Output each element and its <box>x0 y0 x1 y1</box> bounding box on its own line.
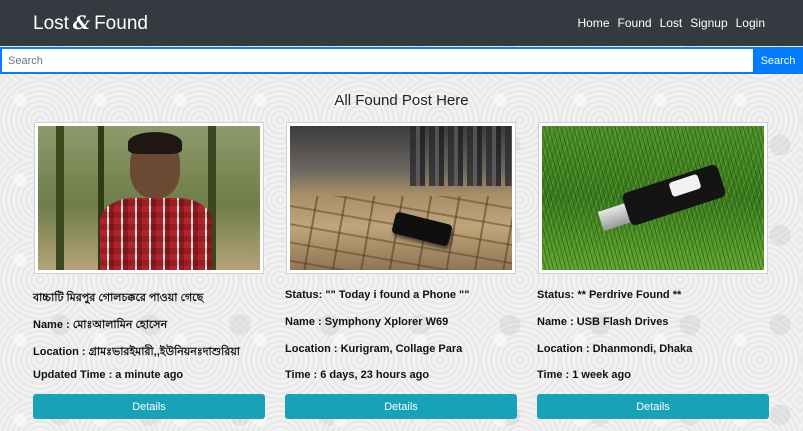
details-button[interactable]: Details <box>33 394 265 419</box>
post-time: Time : 6 days, 23 hours ago <box>285 369 430 381</box>
nav-link-login[interactable]: Login <box>736 16 765 30</box>
post-card: Status: "" Today i found a Phone "" Name… <box>285 122 517 419</box>
post-title: Status: "" Today i found a Phone "" <box>285 289 470 301</box>
post-location: Location : Kurigram, Collage Para <box>285 343 463 355</box>
post-image <box>286 122 516 274</box>
nav-link-lost[interactable]: Lost <box>660 16 683 30</box>
navbar: Lost & Found Home Found Lost Signup Login <box>0 0 803 46</box>
phone-photo <box>290 126 512 270</box>
brand-text-lost: Lost <box>33 12 69 34</box>
post-location: Location : Dhanmondi, Dhaka <box>537 343 693 355</box>
brand-ampersand: & <box>72 11 91 34</box>
usb-drive-photo <box>542 126 764 270</box>
page-title: All Found Post Here <box>334 92 469 109</box>
details-button[interactable]: Details <box>285 394 517 419</box>
post-title: Status: ** Perdrive Found ** <box>537 289 682 301</box>
post-image <box>34 122 264 274</box>
photo-detail-crowd <box>410 126 512 186</box>
photo-detail-hair <box>128 132 182 154</box>
post-time: Updated Time : a minute ago <box>33 369 184 381</box>
nav-link-found[interactable]: Found <box>618 16 652 30</box>
brand-text-found: Found <box>94 12 148 34</box>
post-card: Status: ** Perdrive Found ** Name : USB … <box>537 122 769 419</box>
details-button[interactable]: Details <box>537 394 769 419</box>
search-input[interactable] <box>0 47 753 74</box>
nav-link-home[interactable]: Home <box>578 16 610 30</box>
post-location: Location : গ্রামঃভারইমারী,,ইউনিয়নঃদাশুর… <box>33 346 240 358</box>
search-button[interactable]: Search <box>753 47 803 74</box>
site-logo[interactable]: Lost & Found <box>33 12 148 35</box>
post-image <box>538 122 768 274</box>
post-name: Name : Symphony Xplorer W69 <box>285 316 449 328</box>
nav-link-signup[interactable]: Signup <box>690 16 727 30</box>
post-card: বাচ্চাটি মিরপুর গোলচক্করে পাওয়া গেছে Na… <box>33 122 265 419</box>
nav-links: Home Found Lost Signup Login <box>578 16 765 30</box>
photo-detail-shirt <box>100 198 212 270</box>
search-bar: Search <box>0 47 803 74</box>
post-name: Name : USB Flash Drives <box>537 316 669 328</box>
post-name: Name : মোঃআলামিন হোসেন <box>33 319 168 331</box>
post-title: বাচ্চাটি মিরপুর গোলচক্করে পাওয়া গেছে <box>33 292 204 304</box>
child-photo <box>38 126 260 270</box>
post-time: Time : 1 week ago <box>537 369 631 381</box>
